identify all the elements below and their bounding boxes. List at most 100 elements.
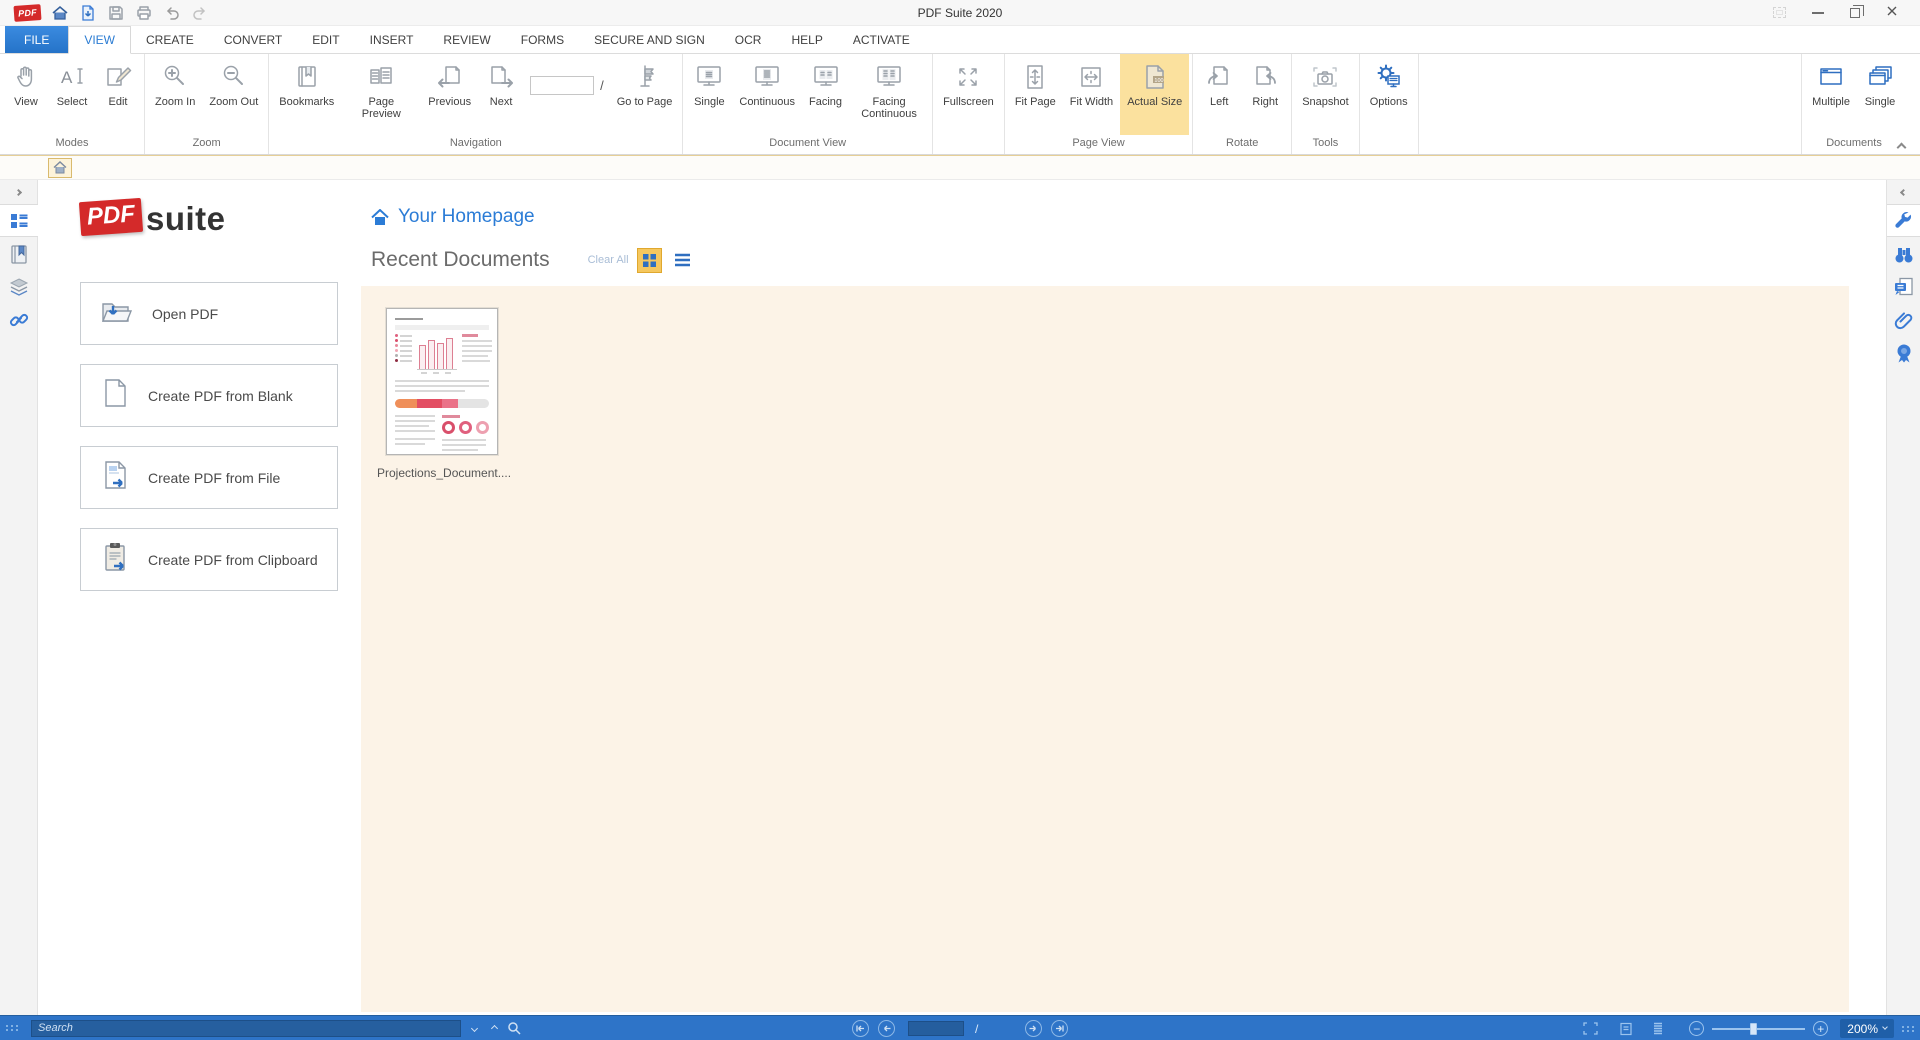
search-panel-tab[interactable] bbox=[1887, 237, 1920, 270]
menu-tab-insert[interactable]: INSERT bbox=[355, 26, 429, 53]
select-mode-button[interactable]: A Select bbox=[49, 54, 95, 135]
menu-tab-help[interactable]: HELP bbox=[776, 26, 837, 53]
menu-tab-review[interactable]: REVIEW bbox=[428, 26, 505, 53]
recent-documents-header: Recent Documents Clear All bbox=[361, 246, 1886, 274]
single-documents-button[interactable]: Single bbox=[1857, 54, 1903, 135]
clipboard-icon bbox=[100, 541, 130, 578]
rotate-right-button[interactable]: Right bbox=[1242, 54, 1288, 135]
previous-page-button[interactable]: Previous bbox=[421, 54, 478, 135]
comments-panel-tab[interactable] bbox=[1887, 270, 1920, 303]
search-previous-button[interactable] bbox=[487, 1021, 501, 1035]
thumbnails-icon bbox=[10, 213, 27, 228]
menu-tab-convert[interactable]: CONVERT bbox=[209, 26, 297, 53]
zoom-level-dropdown[interactable]: 200% bbox=[1840, 1019, 1894, 1038]
close-button[interactable] bbox=[1886, 4, 1898, 22]
go-to-page-button[interactable]: Go to Page bbox=[610, 54, 680, 135]
zoom-slider-handle[interactable] bbox=[1750, 1022, 1758, 1035]
window-controls bbox=[1773, 4, 1920, 22]
page-number-input[interactable] bbox=[530, 76, 595, 95]
menu-tab-ocr[interactable]: OCR bbox=[720, 26, 777, 53]
open-pdf-icon bbox=[100, 296, 134, 331]
menu-tab-forms[interactable]: FORMS bbox=[506, 26, 579, 53]
snapshot-button[interactable]: Snapshot bbox=[1295, 54, 1355, 135]
links-panel-tab[interactable] bbox=[0, 303, 38, 336]
single-view-button[interactable]: Single bbox=[686, 54, 732, 135]
facing-view-button[interactable]: Facing bbox=[802, 54, 849, 135]
page-preview-button[interactable]: Page Preview bbox=[341, 54, 421, 135]
last-page-button[interactable] bbox=[1051, 1020, 1069, 1037]
menu-tab-view[interactable]: VIEW bbox=[68, 26, 132, 54]
menu-tab-create[interactable]: CREATE bbox=[131, 26, 209, 53]
create-pdf-from-blank-button[interactable]: Create PDF from Blank bbox=[80, 364, 338, 427]
create-pdf-from-clipboard-button[interactable]: Create PDF from Clipboard bbox=[80, 528, 338, 591]
group-label: Modes bbox=[55, 137, 89, 149]
fit-width-button[interactable]: Fit Width bbox=[1063, 54, 1120, 135]
action-label: Create PDF from File bbox=[148, 469, 281, 486]
bookmarks-panel-tab[interactable] bbox=[0, 237, 38, 270]
resize-grip[interactable] bbox=[1902, 1025, 1915, 1032]
continuous-view-button[interactable]: Continuous bbox=[732, 54, 802, 135]
previous-page-status-button[interactable] bbox=[878, 1020, 895, 1037]
thumbnails-panel-tab[interactable] bbox=[0, 204, 38, 237]
zoom-level-value: 200% bbox=[1847, 1021, 1878, 1036]
fit-page-button[interactable]: Fit Page bbox=[1008, 54, 1063, 135]
current-page-input[interactable] bbox=[908, 1021, 964, 1036]
fullscreen-button[interactable]: Fullscreen bbox=[936, 54, 1001, 135]
menu-tab-file[interactable]: FILE bbox=[5, 26, 69, 53]
fullscreen-toggle-icon[interactable] bbox=[1773, 7, 1786, 18]
layers-panel-tab[interactable] bbox=[0, 270, 38, 303]
button-label: Select bbox=[56, 96, 88, 108]
bookmarks-button[interactable]: Bookmarks bbox=[272, 54, 341, 135]
zoom-in-status-button[interactable]: + bbox=[1813, 1021, 1829, 1036]
next-page-button[interactable]: Next bbox=[478, 54, 524, 135]
document-thumbnail[interactable] bbox=[386, 308, 498, 455]
menu-tab-secure-and-sign[interactable]: SECURE AND SIGN bbox=[579, 26, 720, 53]
grid-view-button[interactable] bbox=[636, 247, 662, 273]
multiple-documents-button[interactable]: Multiple bbox=[1805, 54, 1857, 135]
collapse-ribbon-button[interactable] bbox=[1896, 138, 1912, 153]
clear-all-link[interactable]: Clear All bbox=[588, 254, 629, 266]
grid-icon bbox=[642, 253, 656, 267]
menu-tab-activate[interactable]: ACTIVATE bbox=[838, 26, 925, 53]
rotate-left-button[interactable]: Left bbox=[1196, 54, 1242, 135]
zoom-in-button[interactable]: Zoom In bbox=[148, 54, 202, 135]
expand-panel-button[interactable] bbox=[0, 180, 37, 204]
options-button[interactable]: Options bbox=[1363, 54, 1415, 135]
minimize-button[interactable] bbox=[1812, 11, 1824, 14]
list-icon bbox=[674, 253, 690, 267]
first-page-button[interactable] bbox=[852, 1020, 869, 1037]
home-tab[interactable] bbox=[48, 157, 72, 178]
next-page-icon bbox=[485, 61, 517, 93]
recent-document-card[interactable]: Projections_Document.... bbox=[377, 308, 511, 480]
wrench-icon bbox=[1894, 211, 1911, 228]
button-label: Facing bbox=[809, 96, 843, 108]
statusbar-grip[interactable] bbox=[6, 1025, 19, 1031]
restore-button[interactable] bbox=[1850, 4, 1864, 18]
search-next-button[interactable] bbox=[467, 1021, 481, 1035]
search-input[interactable] bbox=[31, 1019, 461, 1037]
menu-tab-edit[interactable]: EDIT bbox=[297, 26, 354, 53]
create-pdf-from-file-button[interactable]: Create PDF from File bbox=[80, 446, 338, 509]
actual-size-button[interactable]: 100 Actual Size bbox=[1120, 54, 1190, 135]
facing-continuous-view-button[interactable]: Facing Continuous bbox=[849, 54, 929, 135]
open-pdf-button[interactable]: Open PDF bbox=[80, 282, 338, 345]
ribbon-group-page-view: Fit Page Fit Width 100 Actual Size Page … bbox=[1005, 54, 1194, 154]
status-bar: / − + 200% bbox=[0, 1015, 1920, 1040]
next-page-status-button[interactable] bbox=[1025, 1020, 1043, 1037]
thumb-divider bbox=[395, 325, 489, 330]
continuous-status-button[interactable] bbox=[1649, 1020, 1667, 1038]
edit-mode-button[interactable]: Edit bbox=[95, 54, 141, 135]
zoom-slider[interactable] bbox=[1712, 1022, 1806, 1035]
attachments-panel-tab[interactable] bbox=[1887, 303, 1920, 336]
list-view-button[interactable] bbox=[670, 248, 695, 273]
collapse-right-panel-button[interactable] bbox=[1887, 180, 1920, 204]
tools-panel-tab[interactable] bbox=[1886, 204, 1920, 237]
view-mode-button[interactable]: View bbox=[3, 54, 49, 135]
signatures-panel-tab[interactable] bbox=[1887, 336, 1920, 369]
app-logo-icon: PDF bbox=[13, 3, 42, 22]
single-page-status-button[interactable] bbox=[1617, 1020, 1635, 1038]
fit-view-status-button[interactable] bbox=[1581, 1020, 1599, 1038]
zoom-out-status-button[interactable]: − bbox=[1689, 1021, 1705, 1036]
search-icon[interactable] bbox=[507, 1021, 521, 1035]
zoom-out-button[interactable]: Zoom Out bbox=[202, 54, 265, 135]
